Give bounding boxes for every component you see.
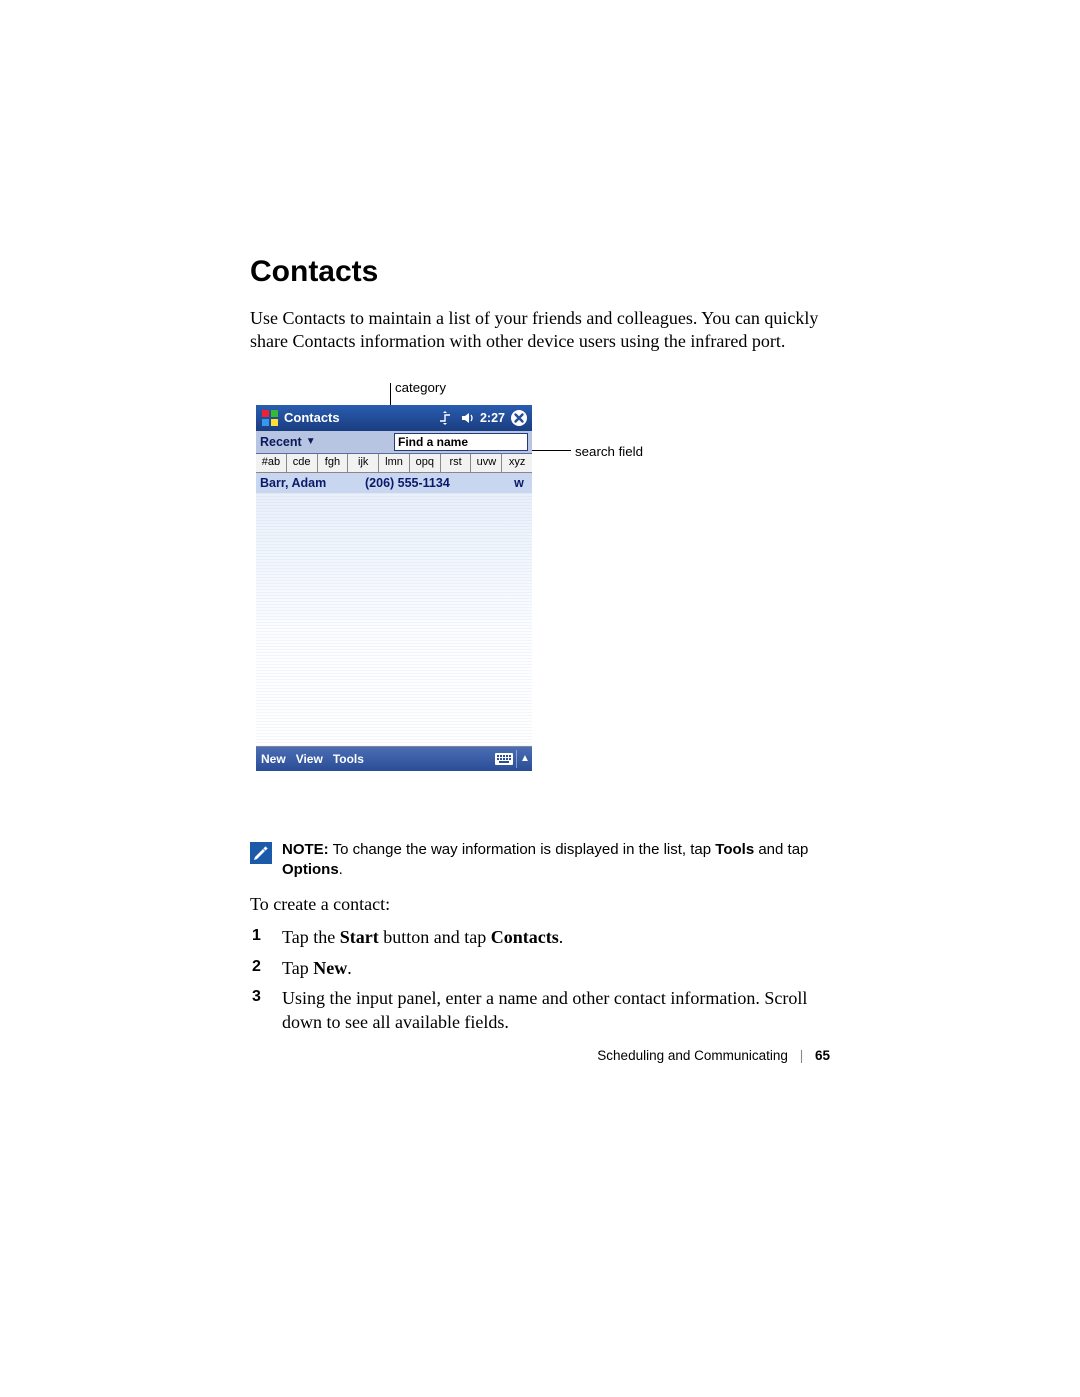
menu-bar: New View Tools ▲ [256,747,532,771]
sip-up-icon[interactable]: ▲ [518,753,532,764]
menu-tools[interactable]: Tools [328,752,369,766]
contact-entry[interactable]: Barr, Adam (206) 555-1134 w [256,473,532,493]
speaker-icon[interactable] [457,408,477,428]
section-heading: Contacts [250,255,830,289]
search-input[interactable]: Find a name [394,433,528,451]
menu-new[interactable]: New [256,752,291,766]
separator [516,750,517,768]
alpha-tab[interactable]: ijk [348,454,379,472]
callout-search-field: search field [575,444,643,459]
pda-screenshot: Contacts 2:27 Recent [256,405,532,773]
alpha-tab[interactable]: cde [287,454,318,472]
alpha-tab[interactable]: lmn [379,454,410,472]
title-bar: Contacts 2:27 [256,405,532,431]
note-text: NOTE: To change the way information is d… [282,840,830,881]
page-footer: Scheduling and Communicating | 65 [250,1048,830,1063]
contact-phone: (206) 555-1134 [365,476,510,490]
contact-indicator: w [510,476,528,490]
note-block: NOTE: To change the way information is d… [250,840,830,881]
connectivity-icon[interactable] [435,408,455,428]
chevron-down-icon: ▼ [306,436,316,447]
alpha-tab[interactable]: xyz [502,454,532,472]
filter-bar: Recent ▼ Find a name [256,431,532,454]
close-icon[interactable] [509,408,529,428]
alpha-tab[interactable]: rst [441,454,472,472]
contact-name: Barr, Adam [260,476,365,490]
app-title: Contacts [284,410,340,425]
clock-time[interactable]: 2:27 [480,411,505,425]
instruction: To create a contact: [250,894,830,915]
figure: category search field Contacts [250,380,830,800]
footer-separator: | [800,1048,804,1063]
page-number: 65 [815,1048,830,1063]
alpha-tab[interactable]: opq [410,454,441,472]
menu-view[interactable]: View [291,752,328,766]
category-dropdown[interactable]: Recent ▼ [256,431,390,453]
alpha-tab[interactable]: fgh [318,454,349,472]
alpha-tab[interactable]: uvw [471,454,502,472]
start-icon[interactable] [259,407,281,429]
step-2: Tap New. [278,956,830,980]
steps-list: Tap the Start button and tap Contacts. T… [250,925,830,1034]
category-label: Recent [260,435,302,449]
callout-category: category [395,380,446,395]
note-icon [250,842,272,864]
contact-list-body[interactable] [256,493,532,747]
keyboard-icon[interactable] [493,753,515,765]
alpha-tab[interactable]: #ab [256,454,287,472]
step-1: Tap the Start button and tap Contacts. [278,925,830,949]
footer-section: Scheduling and Communicating [597,1048,788,1063]
search-placeholder: Find a name [398,435,468,449]
alpha-tabs: #ab cde fgh ijk lmn opq rst uvw xyz [256,454,532,473]
intro-paragraph: Use Contacts to maintain a list of your … [250,307,830,354]
step-3: Using the input panel, enter a name and … [278,986,830,1035]
